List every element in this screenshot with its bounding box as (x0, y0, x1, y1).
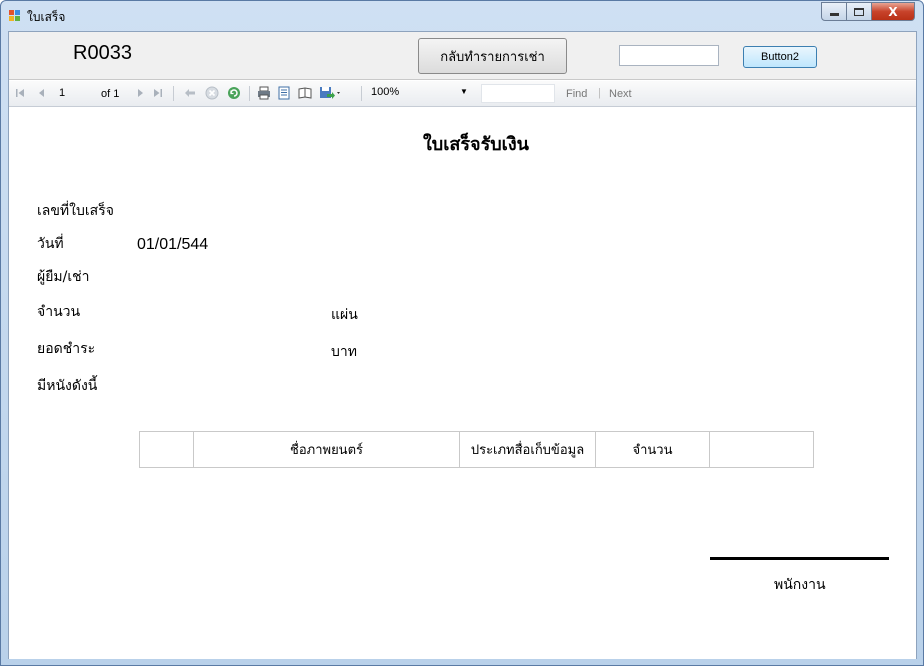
toolbar-separator (249, 86, 250, 101)
zoom-select[interactable]: 100% (371, 86, 471, 102)
items-table-header: ชื่อภาพยนตร์ ประเภทสื่อเก็บข้อมูล จำนวน (139, 431, 814, 468)
page-setup-icon[interactable] (298, 86, 312, 100)
toolbar-separator (361, 86, 362, 101)
last-page-icon[interactable] (151, 86, 165, 100)
find-separator: | (598, 87, 601, 99)
window-controls: X (821, 2, 915, 21)
report-title: ใบเสร็จรับเงิน (423, 134, 529, 155)
next-page-icon[interactable] (133, 86, 147, 100)
toolbar-separator (173, 86, 174, 101)
signature-line (710, 557, 889, 560)
maximize-icon (854, 7, 864, 16)
quantity-unit: แผ่น (331, 307, 358, 323)
back-icon[interactable] (183, 86, 197, 100)
report-page: ใบเสร็จรับเงิน เลขที่ใบเสร็จ วันที่ 01/0… (9, 108, 916, 659)
page-number-input[interactable]: 1 (55, 85, 91, 102)
table-header-cell: ประเภทสื่อเก็บข้อมูล (460, 432, 596, 467)
window-title: ใบเสร็จ (27, 10, 66, 24)
receipt-window: ใบเสร็จ X R0033 กลับทำรายการเช่า Button2 (0, 0, 924, 666)
previous-page-icon[interactable] (35, 86, 49, 100)
minimize-icon (829, 13, 839, 16)
report-toolbar: 1 of 1 100% ▼ Find | Next (9, 81, 916, 107)
refresh-icon[interactable] (227, 86, 241, 100)
top-panel: R0033 กลับทำรายการเช่า Button2 (9, 32, 916, 80)
close-icon: X (888, 4, 898, 19)
table-header-cell: ชื่อภาพยนตร์ (194, 432, 460, 467)
close-button[interactable]: X (872, 2, 915, 21)
title-bar[interactable]: ใบเสร็จ X (1, 1, 923, 31)
find-input[interactable] (481, 84, 555, 103)
client-area: R0033 กลับทำรายการเช่า Button2 1 of 1 10… (8, 31, 917, 659)
items-list-label: มีหนังดังนี้ (37, 378, 98, 394)
minimize-button[interactable] (821, 2, 847, 21)
table-header-cell (710, 432, 813, 467)
button2[interactable]: Button2 (743, 46, 817, 68)
receipt-number-label: เลขที่ใบเสร็จ (37, 203, 114, 219)
print-icon[interactable] (257, 86, 271, 100)
amount-label: ยอดชำระ (37, 341, 96, 357)
find-next-link[interactable]: Next (609, 88, 632, 100)
amount-unit: บาท (331, 344, 357, 360)
first-page-icon[interactable] (13, 86, 27, 100)
quantity-label: จำนวน (37, 304, 81, 320)
table-header-cell (140, 432, 194, 467)
stop-icon[interactable] (205, 86, 219, 100)
date-value: 01/01/544 (137, 236, 209, 253)
export-icon[interactable] (318, 86, 342, 100)
print-layout-icon[interactable] (277, 86, 291, 100)
receipt-id-label: R0033 (73, 42, 132, 64)
chevron-down-icon[interactable]: ▼ (460, 87, 468, 96)
back-to-rental-button[interactable]: กลับทำรายการเช่า (418, 38, 567, 74)
find-link[interactable]: Find (566, 88, 587, 100)
table-header-cell: จำนวน (596, 432, 710, 467)
text-input[interactable] (619, 45, 719, 66)
maximize-button[interactable] (847, 2, 872, 21)
app-window-icon (9, 10, 21, 22)
borrower-label: ผู้ยืม/เช่า (37, 269, 90, 285)
staff-signature-label: พนักงาน (774, 577, 826, 593)
date-label: วันที่ (37, 236, 64, 252)
page-count-label: of 1 (101, 88, 120, 100)
